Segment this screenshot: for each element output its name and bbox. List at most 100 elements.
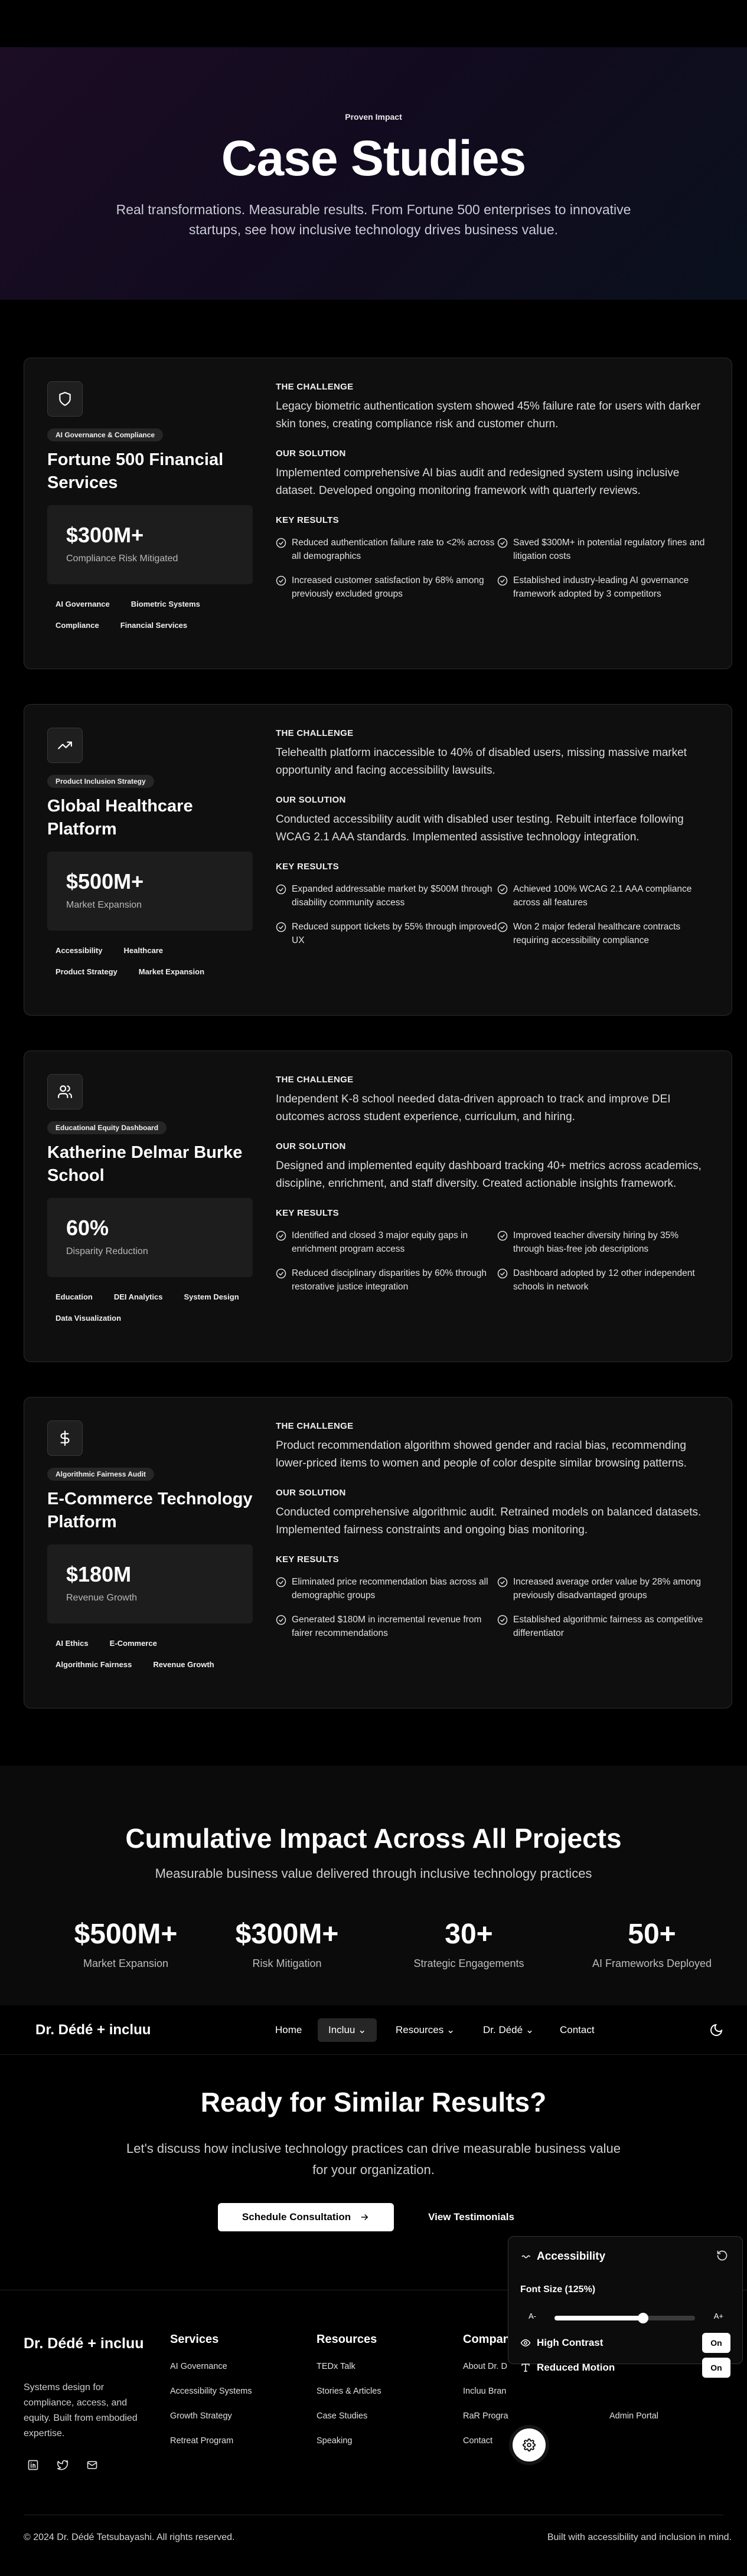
high-contrast-text: High Contrast (537, 2337, 604, 2348)
impact-title: Cumulative Impact Across All Projects (125, 1823, 622, 1854)
challenge-heading: THE CHALLENGE (276, 1075, 354, 1085)
footer-link[interactable]: TEDx Talk (317, 2362, 452, 2371)
footer-link[interactable]: Growth Strategy (170, 2411, 306, 2421)
reduced-motion-toggle[interactable]: On (702, 2358, 730, 2378)
result-text: Reduced support tickets by 55% through i… (292, 922, 497, 945)
nav-resources[interactable]: Resources ⌄ (385, 2018, 465, 2042)
results-list: Eliminated price recommendation bias acr… (276, 1575, 710, 1640)
check-circle-icon (497, 1577, 508, 1588)
result-item: Reduced support tickets by 55% through i… (276, 920, 497, 947)
font-size-slider[interactable] (554, 2313, 695, 2323)
check-circle-icon (497, 1268, 508, 1279)
challenge-text: Telehealth platform inaccessible to 40% … (276, 747, 687, 777)
case-title: E-Commerce Technology Platform (47, 1490, 253, 1531)
hero-section: Proven Impact Case Studies Real transfor… (0, 47, 747, 300)
twitter-icon[interactable] (53, 2456, 72, 2474)
admin-portal-link[interactable]: Admin Portal (609, 2411, 745, 2421)
case-card: Algorithmic Fairness Audit E-Commerce Te… (24, 1397, 732, 1708)
increase-font-button[interactable]: A+ (714, 2312, 723, 2320)
nav-dr-dede[interactable]: Dr. Dédé ⌄ (472, 2018, 544, 2042)
skill-badge: Biometric Systems (131, 600, 200, 608)
skill-badge: Education (56, 1292, 93, 1301)
footer-link[interactable]: Speaking (317, 2436, 452, 2446)
case-category-tag: Educational Equity Dashboard (47, 1121, 167, 1134)
font-size-label: Font Size (125%) (520, 2284, 596, 2294)
brand-logo[interactable]: Dr. Dédé + incluu (35, 2022, 151, 2038)
view-testimonials-button[interactable]: View Testimonials (413, 2203, 529, 2231)
footer-column-services: Services AI Governance Accessibility Sys… (170, 2333, 306, 2446)
case-details: THE CHALLENGE Legacy biometric authentic… (276, 382, 710, 601)
footer-link[interactable]: Case Studies (317, 2411, 452, 2421)
case-icon-box (47, 1420, 83, 1456)
footer-column-resources: Resources TEDx Talk Stories & Articles C… (317, 2333, 452, 2446)
font-size-slider-thumb[interactable] (637, 2313, 648, 2323)
footer-link[interactable]: Incluu Bran (463, 2387, 599, 2396)
footer-link[interactable]: Retreat Program (170, 2436, 306, 2446)
results-heading: KEY RESULTS (276, 862, 339, 872)
result-item: Won 2 major federal healthcare contracts… (497, 920, 710, 947)
reduced-motion-label: Reduced Motion (520, 2362, 615, 2374)
footer-link[interactable]: RaR Progra (463, 2411, 599, 2421)
stat-value: 50+ (628, 1919, 676, 1950)
check-circle-icon (276, 575, 286, 586)
case-category-tag: Algorithmic Fairness Audit (47, 1468, 154, 1481)
result-text: Increased average order value by 28% amo… (513, 1577, 701, 1600)
shield-icon (59, 392, 71, 406)
reduced-motion-text: Reduced Motion (537, 2362, 615, 2373)
skill-badge: Compliance (56, 621, 99, 630)
high-contrast-toggle[interactable]: On (702, 2333, 730, 2353)
result-item: Achieved 100% WCAG 2.1 AAA compliance ac… (497, 882, 710, 909)
result-text: Saved $300M+ in potential regulatory fin… (513, 538, 705, 561)
result-text: Achieved 100% WCAG 2.1 AAA compliance ac… (513, 884, 692, 908)
skill-badge: E-Commerce (109, 1639, 157, 1648)
footer-link[interactable]: Stories & Articles (317, 2387, 452, 2396)
nav-home[interactable]: Home (265, 2018, 312, 2042)
eye-icon (520, 2339, 531, 2346)
decrease-font-button[interactable]: A- (529, 2312, 536, 2320)
footer-brand: Dr. Dédé + incluu (24, 2335, 144, 2352)
case-category-tag: AI Governance & Compliance (47, 428, 164, 441)
high-contrast-row: High Contrast On (520, 2332, 730, 2354)
result-text: Identified and closed 3 major equity gap… (292, 1230, 468, 1254)
metric-value: 60% (66, 1216, 109, 1240)
footer-link[interactable]: Accessibility Systems (170, 2387, 306, 2396)
results-list: Expanded addressable market by $500M thr… (276, 882, 710, 947)
impact-stat: $500M+ Market Expansion (37, 1918, 214, 1970)
nav-resources-label: Resources (396, 2024, 444, 2035)
hero-subtitle: Real transformations. Measurable results… (116, 202, 631, 237)
skill-badge: Accessibility (56, 946, 103, 955)
skill-badge: Revenue Growth (153, 1660, 214, 1669)
impact-subtitle: Measurable business value delivered thro… (155, 1866, 592, 1881)
check-circle-icon (497, 1615, 508, 1625)
check-circle-icon (497, 575, 508, 586)
result-item: Generated $180M in incremental revenue f… (276, 1613, 497, 1640)
trending-up-icon (58, 741, 72, 749)
challenge-heading: THE CHALLENGE (276, 1421, 354, 1431)
results-heading: KEY RESULTS (276, 515, 339, 525)
reduced-motion-row: Reduced Motion On (520, 2356, 730, 2379)
solution-heading: OUR SOLUTION (276, 449, 346, 459)
reset-icon[interactable] (716, 2250, 729, 2263)
linkedin-icon[interactable] (24, 2456, 43, 2474)
solution-heading: OUR SOLUTION (276, 795, 346, 805)
nav-contact[interactable]: Contact (549, 2018, 605, 2042)
case-metric: $500M+ Market Expansion (47, 852, 253, 931)
accessibility-settings-button[interactable] (513, 2428, 546, 2462)
case-badges: Education DEI Analytics System Design Data … (47, 1290, 253, 1325)
main-navbar: Dr. Dédé + incluu Home Incluu ⌄ Resource… (0, 2005, 747, 2055)
arrow-right-icon (361, 2214, 368, 2221)
case-summary: AI Governance & Compliance Fortune 500 F… (47, 381, 253, 632)
challenge-text: Legacy biometric authentication system s… (276, 400, 701, 430)
users-icon (58, 1085, 72, 1098)
check-circle-icon (276, 1268, 286, 1279)
impact-stat: 50+ AI Frameworks Deployed (563, 1918, 741, 1970)
footer-link[interactable]: AI Governance (170, 2362, 306, 2371)
moon-icon[interactable] (709, 2023, 723, 2037)
nav-incluu[interactable]: Incluu ⌄ (318, 2018, 377, 2042)
mail-icon[interactable] (83, 2456, 102, 2474)
schedule-consultation-button[interactable]: Schedule Consultation (218, 2203, 394, 2231)
metric-label: Revenue Growth (66, 1593, 138, 1603)
impact-section: Cumulative Impact Across All Projects Me… (0, 1766, 747, 2008)
case-icon-box (47, 381, 83, 417)
chevron-down-icon: ⌄ (525, 2024, 534, 2035)
